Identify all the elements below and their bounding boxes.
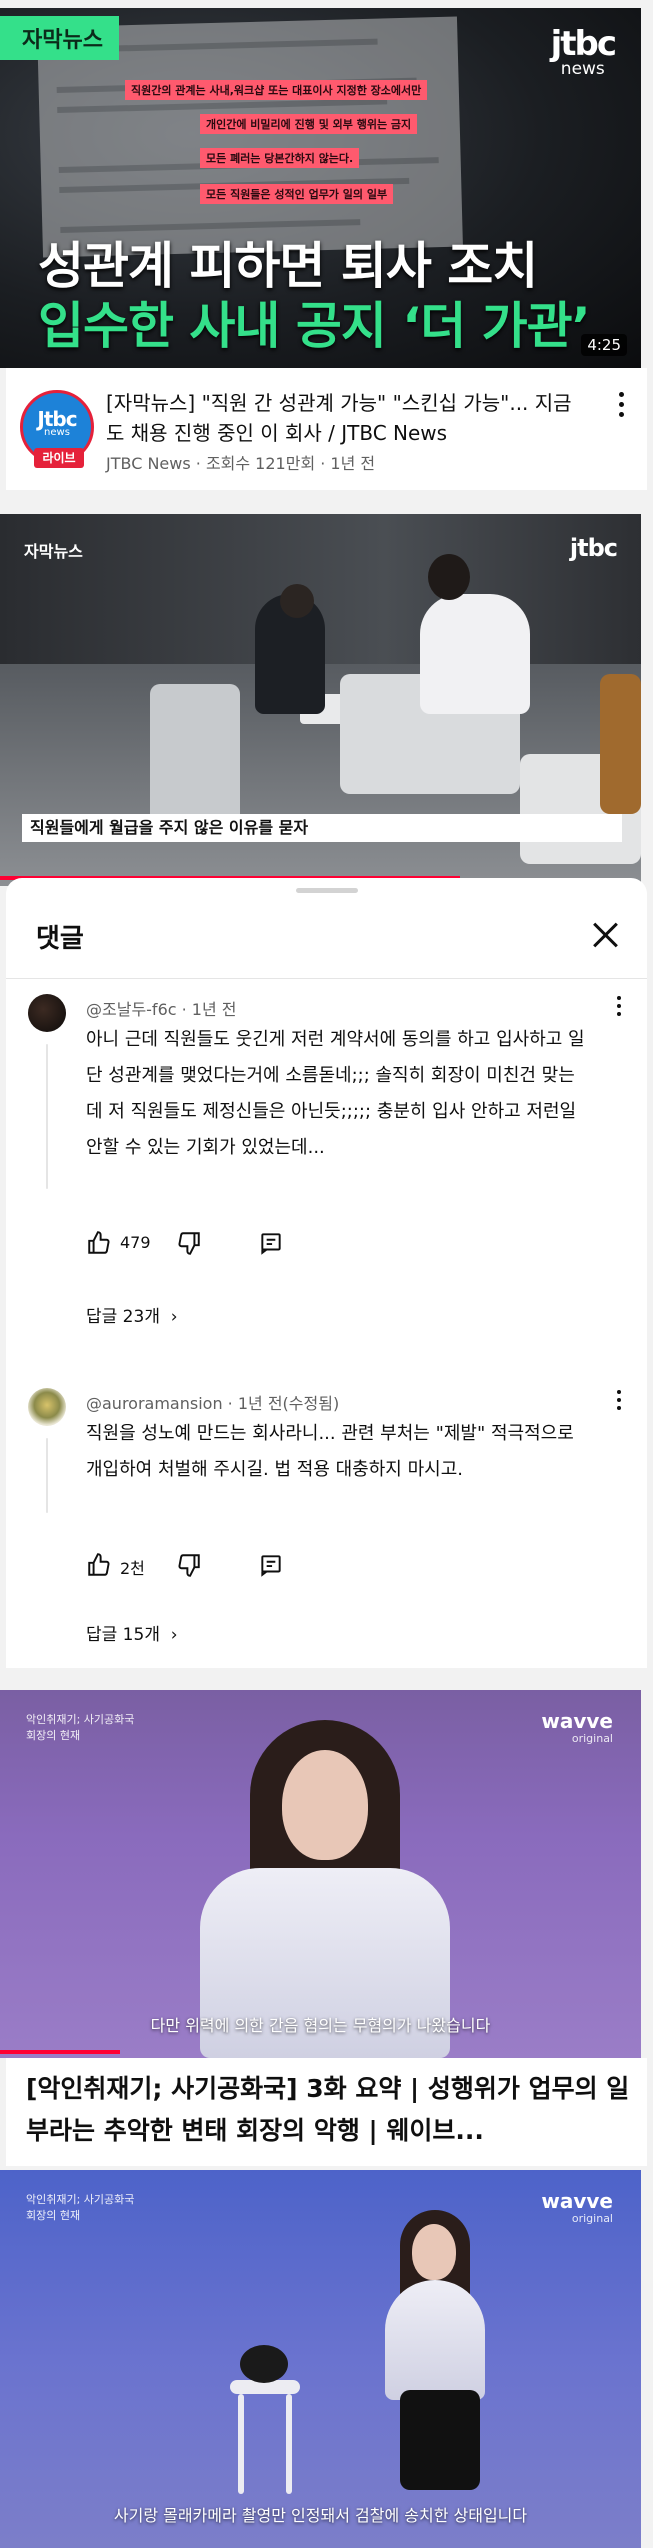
live-badge: 라이브 [34,448,84,468]
video2-player[interactable]: 자막뉴스 jtbc 직원들에게 월급을 주지 않은 이유를 묻자 [0,514,641,886]
like-icon[interactable] [86,1230,114,1258]
video4-thumbnail[interactable]: 악인취재기; 사기공화국 회장의 현재 wavve original 사기랑 몰… [0,2170,641,2548]
video-subtitle: 사기랑 몰래카메라 촬영만 인정돼서 검찰에 송치한 상태입니다 [113,2506,528,2525]
video-title[interactable]: [악인취재기; 사기공화국] 3화 요약 | 성행위가 업무의 일부라는 추악한… [26,2068,636,2158]
avatar[interactable] [28,1388,66,1426]
more-options-icon[interactable] [607,1388,631,1418]
video1-meta: Jtbc news 라이브 [자막뉴스] "직원 간 성관계 가능" "스킨십 … [6,368,647,490]
like-count: 2천 [120,1559,145,1578]
highlight-text: 모든 폐러는 당본간하지 않는다. [200,148,360,168]
wavve-logo: wavve original [541,1709,613,1745]
show-tag: 악인취재기; 사기공화국 회장의 현재 [26,2193,135,2222]
highlight-text: 개인간에 비밀리에 진행 및 외부 행위는 금지 [200,114,418,134]
comment-actions: 479 [86,1230,306,1258]
video-meta: JTBC News · 조회수 121만회 · 1년 전 [106,454,376,473]
person-white-shirt [420,594,530,714]
person-shirt [385,2280,485,2400]
chevron-right-icon: › [165,1625,178,1645]
chevron-right-icon: › [165,1307,178,1327]
jtbc-logo: jtbc [569,534,618,562]
comment-actions: 2천 [86,1552,306,1580]
drag-handle[interactable] [296,888,358,893]
comment-body: 직원을 성노예 만드는 회사라니... 관련 부처는 "제발" 적극적으로 개입… [86,1423,574,1480]
wavve-logo: wavve original [541,2189,613,2225]
jtbc-logo: jtbc news [550,24,617,79]
reply-icon[interactable] [258,1230,286,1258]
person-face [282,1750,368,1860]
video-subtitle: 다만 위력에 의한 간음 혐의는 무혐의가 나왔습니다 [150,2016,491,2035]
video-title[interactable]: [자막뉴스] "직원 간 성관계 가능" "스킨십 가능"... 지금도 채용 … [106,388,576,448]
like-count: 479 [120,1233,151,1252]
news-tag: 자막뉴스 [24,542,83,561]
like-icon[interactable] [86,1552,114,1580]
video3-meta: [악인취재기; 사기공화국] 3화 요약 | 성행위가 업무의 일부라는 추악한… [6,2058,647,2166]
replies-link[interactable]: 답글 15개 › [86,1620,178,1645]
comment-author[interactable]: @auroramansion · 1년 전(수정됨) [86,1390,339,1414]
comments-sheet: 댓글 @조날두-f6c · 1년 전 아니 근데 직원들도 웃긴게 저런 계약서… [6,878,647,1668]
video3-thumbnail[interactable]: 악인취재기; 사기공화국 회장의 현재 wavve original 다만 위력… [0,1690,641,2058]
show-tag: 악인취재기; 사기공화국 회장의 현재 [26,1713,135,1742]
replies-link[interactable]: 답글 23개 › [86,1302,178,1327]
close-icon[interactable] [591,920,621,950]
comments-title: 댓글 [36,924,84,954]
highlight-text: 직원간의 관계는 사내,워크샵 또는 대표이사 지정한 장소에서만 [125,80,428,100]
highlight-text: 모든 직원들은 성적인 업무가 일의 일부 [200,184,394,204]
video1-thumbnail[interactable]: 직원간의 관계는 사내,워크샵 또는 대표이사 지정한 장소에서만 개인간에 비… [0,8,641,368]
thumbnail-headline-2: 입수한 사내 공지 ‘더 가관’ [38,297,591,355]
helmet [240,2345,288,2383]
dislike-icon[interactable] [176,1230,204,1258]
comment-body: 아니 근데 직원들도 웃긴게 저런 계약서에 동의를 하고 입사하고 일단 성관… [86,1029,585,1158]
dislike-icon[interactable] [176,1552,204,1580]
comment-author[interactable]: @조날두-f6c · 1년 전 [86,996,237,1020]
progress-bar [0,2050,120,2054]
more-options-icon[interactable] [609,390,633,420]
more-options-icon[interactable] [607,994,631,1024]
reply-icon[interactable] [258,1552,286,1580]
news-tag: 자막뉴스 [0,16,119,60]
person-face [412,2224,456,2280]
video-caption: 직원들에게 월급을 주지 않은 이유를 묻자 [22,814,622,842]
avatar[interactable] [28,994,66,1032]
person-legs [400,2390,480,2490]
duration-badge: 4:25 [581,334,627,356]
